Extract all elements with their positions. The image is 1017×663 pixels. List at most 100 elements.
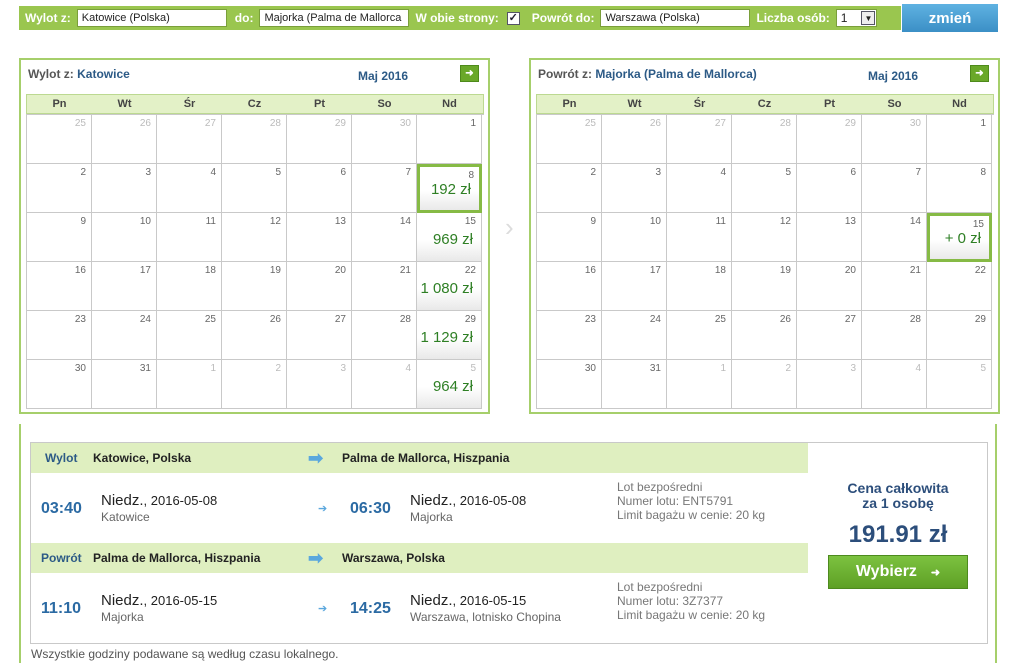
calendar-day[interactable]: 30	[352, 115, 417, 164]
calendar-day[interactable]: 30	[27, 360, 92, 409]
day-number: 13	[844, 216, 856, 227]
calendar-day[interactable]: 31	[92, 360, 157, 409]
calendar-day[interactable]: 26	[92, 115, 157, 164]
calendar-day[interactable]: 24	[602, 311, 667, 360]
calendar-day[interactable]: 24	[92, 311, 157, 360]
to-input[interactable]: Majorka (Palma de Mallorca	[259, 9, 410, 27]
calendar-day[interactable]: 3	[287, 360, 352, 409]
calendar-day[interactable]: 13	[287, 213, 352, 262]
calendar-day[interactable]: 26	[222, 311, 287, 360]
calendar-day[interactable]: 5	[732, 164, 797, 213]
calendar-day[interactable]: 16	[27, 262, 92, 311]
calendar-day[interactable]: 5	[927, 360, 992, 409]
calendar-day[interactable]: 3	[602, 164, 667, 213]
calendar-day[interactable]: 28	[352, 311, 417, 360]
calendar-day[interactable]: 10	[92, 213, 157, 262]
calendar-day[interactable]: 12	[732, 213, 797, 262]
calendar-day[interactable]: 5	[222, 164, 287, 213]
outbound-day-grid: 25 26 27 28 29 30 1 2 3 4 5 6 7 8 192 zł 9 10 11 12 13 14 15 9…	[26, 114, 484, 409]
change-search-button[interactable]: zmień	[902, 4, 998, 32]
calendar-day[interactable]: 30	[537, 360, 602, 409]
next-month-arrow-icon[interactable]: ➜	[970, 65, 989, 82]
calendar-day[interactable]: 5 964 zł	[417, 360, 482, 409]
calendar-day[interactable]: 9	[537, 213, 602, 262]
calendar-day[interactable]: 14	[862, 213, 927, 262]
calendar-day[interactable]: 15 969 zł	[417, 213, 482, 262]
calendar-day[interactable]: 2	[537, 164, 602, 213]
flight-type: Lot bezpośredni	[617, 480, 703, 494]
calendar-day[interactable]: 4	[862, 360, 927, 409]
calendar-day[interactable]: 17	[602, 262, 667, 311]
calendar-day[interactable]: 1	[667, 360, 732, 409]
calendar-day[interactable]: 27	[797, 311, 862, 360]
calendar-day[interactable]: 15 + 0 zł	[927, 213, 992, 262]
calendar-day[interactable]: 31	[602, 360, 667, 409]
calendar-day[interactable]: 4	[352, 360, 417, 409]
calendar-day[interactable]: 29	[797, 115, 862, 164]
calendar-day[interactable]: 25	[537, 115, 602, 164]
calendar-day[interactable]: 27	[287, 311, 352, 360]
calendar-day[interactable]: 3	[92, 164, 157, 213]
calendar-day[interactable]: 11	[157, 213, 222, 262]
calendar-day[interactable]: 28	[222, 115, 287, 164]
calendar-day[interactable]: 1	[417, 115, 482, 164]
calendar-day[interactable]: 8	[927, 164, 992, 213]
calendar-day[interactable]: 19	[222, 262, 287, 311]
day-number: 28	[909, 314, 921, 325]
calendar-day[interactable]: 2	[222, 360, 287, 409]
both-ways-checkbox[interactable]: ✓	[506, 11, 520, 25]
calendar-day[interactable]: 2	[732, 360, 797, 409]
calendar-day[interactable]: 6	[287, 164, 352, 213]
calendar-day[interactable]: 28	[862, 311, 927, 360]
calendar-day[interactable]: 4	[667, 164, 732, 213]
calendar-day[interactable]: 7	[862, 164, 927, 213]
calendar-day[interactable]: 12	[222, 213, 287, 262]
calendar-day[interactable]: 27	[157, 115, 222, 164]
calendar-day[interactable]: 21	[862, 262, 927, 311]
calendar-day[interactable]: 22	[927, 262, 992, 311]
calendar-day[interactable]: 23	[537, 311, 602, 360]
calendar-day[interactable]: 29	[287, 115, 352, 164]
calendar-day[interactable]: 3	[797, 360, 862, 409]
calendar-day[interactable]: 28	[732, 115, 797, 164]
select-button[interactable]: Wybierz ➜	[828, 555, 968, 589]
calendar-day[interactable]: 25	[157, 311, 222, 360]
calendar-day[interactable]: 22 1 080 zł	[417, 262, 482, 311]
calendar-day[interactable]: 2	[27, 164, 92, 213]
calendar-day[interactable]: 25	[667, 311, 732, 360]
calendar-day[interactable]: 17	[92, 262, 157, 311]
calendar-day[interactable]: 23	[27, 311, 92, 360]
next-month-arrow-icon[interactable]: ➜	[460, 65, 479, 82]
calendar-day[interactable]: 1	[927, 115, 992, 164]
calendar-day[interactable]: 4	[157, 164, 222, 213]
calendar-day[interactable]: 13	[797, 213, 862, 262]
calendar-week: 23 24 25 26 27 28 29 1 129 zł	[27, 311, 484, 360]
calendar-day[interactable]: 19	[732, 262, 797, 311]
from-label: Wylot z:	[25, 11, 71, 25]
calendar-day[interactable]: 20	[797, 262, 862, 311]
from-input[interactable]: Katowice (Polska)	[76, 9, 227, 27]
calendar-day[interactable]: 6	[797, 164, 862, 213]
calendar-day[interactable]: 30	[862, 115, 927, 164]
calendar-day[interactable]: 1	[157, 360, 222, 409]
calendar-day[interactable]: 16	[537, 262, 602, 311]
calendar-day[interactable]: 26	[602, 115, 667, 164]
calendar-day[interactable]: 7	[352, 164, 417, 213]
calendar-day[interactable]: 21	[352, 262, 417, 311]
calendar-day[interactable]: 10	[602, 213, 667, 262]
calendar-day[interactable]: 26	[732, 311, 797, 360]
persons-select[interactable]: 1 ▼	[835, 9, 878, 27]
calendar-day[interactable]: 29 1 129 zł	[417, 311, 482, 360]
calendar-day[interactable]: 20	[287, 262, 352, 311]
calendar-day[interactable]: 27	[667, 115, 732, 164]
calendar-day[interactable]: 11	[667, 213, 732, 262]
calendar-day[interactable]: 25	[27, 115, 92, 164]
calendar-day[interactable]: 14	[352, 213, 417, 262]
calendar-day[interactable]: 29	[927, 311, 992, 360]
calendar-day[interactable]: 8 192 zł	[417, 164, 482, 213]
calendar-day[interactable]: 18	[667, 262, 732, 311]
return-input[interactable]: Warszawa (Polska)	[600, 9, 751, 27]
day-number: 7	[915, 167, 921, 178]
calendar-day[interactable]: 18	[157, 262, 222, 311]
calendar-day[interactable]: 9	[27, 213, 92, 262]
